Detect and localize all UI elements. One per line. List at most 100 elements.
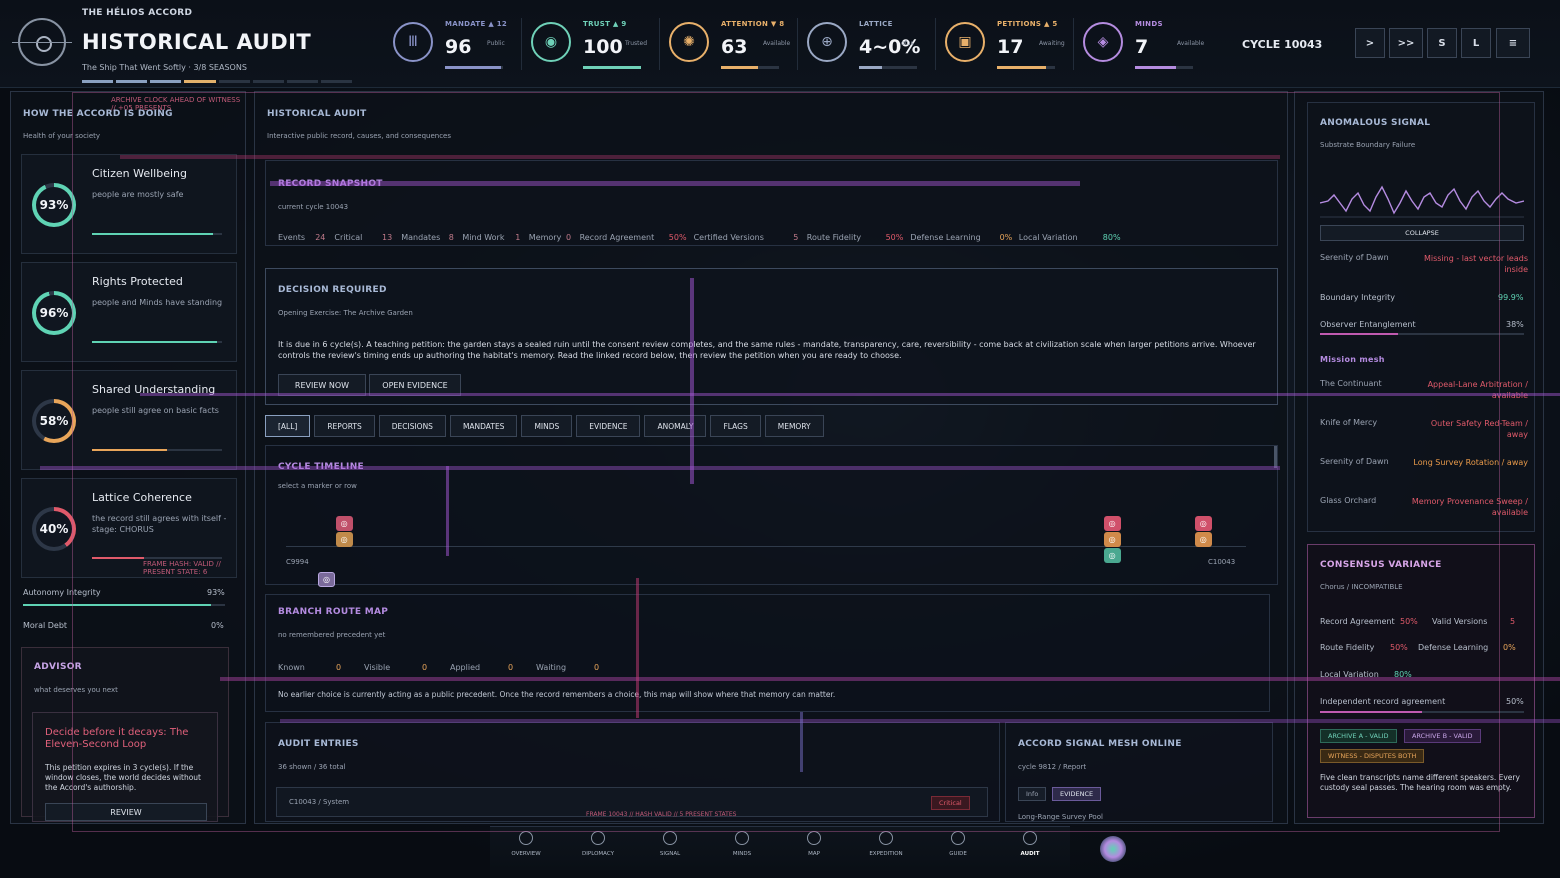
nav-diplomacy[interactable]: DIPLOMACY bbox=[568, 831, 628, 857]
variance-title: CONSENSUS VARIANCE bbox=[1320, 560, 1442, 570]
advisor-review-button[interactable]: REVIEW bbox=[45, 803, 207, 821]
frame-footer: FRAME 10043 // HASH VALID // 5 PRESENT S… bbox=[586, 811, 737, 818]
stat-sub: Awaiting bbox=[1039, 40, 1065, 47]
filter-tab-reports[interactable]: REPORTS bbox=[314, 415, 375, 437]
stat-3[interactable]: ⊕ LATTICE 4~0% ofus bbox=[807, 18, 937, 74]
record-agreement-value: 50% bbox=[1400, 617, 1418, 626]
snapshot-key: Certified Versions bbox=[693, 233, 764, 242]
defense-learning-value: 0% bbox=[1503, 643, 1516, 652]
snapshot-value: 0 bbox=[566, 233, 572, 242]
filter-tab-memory[interactable]: MEMORY bbox=[764, 415, 824, 437]
stat-1[interactable]: ◉ TRUST ▲ 9 100 Trusted bbox=[531, 18, 661, 74]
filter-tab-minds[interactable]: MINDS bbox=[521, 415, 573, 437]
nav-minds[interactable]: MINDS bbox=[712, 831, 772, 857]
stat-divider bbox=[935, 18, 936, 70]
open-evidence-button[interactable]: OPEN EVIDENCE bbox=[369, 374, 461, 396]
filter-tab-decisions[interactable]: DECISIONS bbox=[378, 415, 446, 437]
audit-entries-title: AUDIT ENTRIES bbox=[278, 739, 359, 749]
review-now-button[interactable]: REVIEW NOW bbox=[278, 374, 366, 396]
local-variation-value: 80% bbox=[1394, 670, 1412, 679]
menu-icon[interactable]: ≡ bbox=[1496, 28, 1530, 58]
filter-tab-evidence[interactable]: EVIDENCE bbox=[576, 415, 641, 437]
snapshot-key: Defense Learning bbox=[910, 233, 981, 242]
nav-label: AUDIT bbox=[1020, 851, 1040, 857]
timeline-marker-c10038-0[interactable]: ◎ bbox=[1194, 516, 1212, 531]
minds-icon bbox=[735, 831, 749, 845]
timeline-marker-c10029-2[interactable]: ◎ bbox=[1103, 548, 1121, 563]
stat-sub: Public bbox=[487, 40, 505, 47]
top-bar: THE HÉLIOS ACCORD HISTORICAL AUDIT The S… bbox=[0, 0, 1560, 88]
stat-0[interactable]: Ⅲ MANDATE ▲ 12 96 Public bbox=[393, 18, 523, 74]
filter-tab-flags[interactable]: FLAGS bbox=[710, 415, 761, 437]
nav-overview[interactable]: OVERVIEW bbox=[496, 831, 556, 857]
variance-subtitle: Chorus / INCOMPATIBLE bbox=[1320, 583, 1403, 591]
timeline-marker-c10038-1[interactable]: ◎ bbox=[1194, 532, 1212, 547]
stat-4[interactable]: ▣ PETITIONS ▲ 5 17 Awaiting bbox=[945, 18, 1075, 74]
snapshot-key: Events bbox=[278, 233, 306, 242]
nav-label: MINDS bbox=[732, 851, 752, 857]
metric-value: 96% bbox=[36, 295, 72, 331]
orb-icon[interactable] bbox=[1100, 836, 1126, 862]
nav-map[interactable]: MAP bbox=[784, 831, 844, 857]
stat-value: 7 bbox=[1135, 36, 1149, 58]
timeline-marker-c9994-1[interactable]: ◎ bbox=[335, 532, 353, 547]
route-stat-key: Applied bbox=[450, 663, 481, 672]
cycle-label: CYCLE 10043 bbox=[1242, 38, 1323, 51]
stat-2[interactable]: ✺ ATTENTION ▼ 8 63 Available bbox=[669, 18, 799, 74]
independent-value: 50% bbox=[1506, 697, 1524, 706]
valid-versions-value: 5 bbox=[1510, 617, 1516, 626]
scroll-icon: ▣ bbox=[945, 22, 985, 62]
compass-icon: ✺ bbox=[669, 22, 709, 62]
badge-witness: WITNESS - DISPUTES BOTH bbox=[1320, 749, 1425, 763]
metric-card-shared-understanding[interactable]: 58% Shared Understanding people still agre… bbox=[21, 370, 237, 470]
timeline-end-label: C10043 bbox=[1208, 558, 1236, 566]
filter-tab-all[interactable]: [ALL] bbox=[265, 415, 311, 437]
collapse-button[interactable]: COLLAPSE bbox=[1320, 225, 1524, 241]
filter-tab-anomaly[interactable]: ANOMALY bbox=[644, 415, 707, 437]
metric-name: Shared Understanding bbox=[92, 383, 216, 396]
stat-value: 100 bbox=[583, 36, 623, 58]
filter-tab-mandates[interactable]: MANDATES bbox=[449, 415, 518, 437]
nav-audit[interactable]: AUDIT bbox=[1000, 831, 1060, 857]
timeline-marker-c9994-0[interactable]: ◎ bbox=[335, 516, 353, 531]
signal-icon bbox=[663, 831, 677, 845]
save-button[interactable]: S bbox=[1427, 28, 1457, 58]
timeline-marker-c10029-1[interactable]: ◎ bbox=[1103, 532, 1121, 547]
advisor-card[interactable]: Decide before it decays: The Eleven-Seco… bbox=[32, 712, 218, 822]
nav-expedition[interactable]: EXPEDITION bbox=[856, 831, 916, 857]
timeline-scrollbar[interactable] bbox=[1274, 446, 1277, 468]
nav-label: GUIDE bbox=[949, 851, 967, 857]
record-snapshot: RECORD SNAPSHOT current cycle 10043 Even… bbox=[265, 160, 1278, 246]
ship-subtitle: The Ship That Went Softly · 3/8 SEASONS bbox=[82, 63, 247, 72]
route-stat-key: Known bbox=[278, 663, 305, 672]
stat-5[interactable]: ◈ MINDS 7 Available bbox=[1083, 18, 1213, 74]
frame-hash: FRAME HASH: VALID // PRESENT STATE: 6 bbox=[143, 560, 221, 576]
timeline-marker-c10029-0[interactable]: ◎ bbox=[1103, 516, 1121, 531]
step-button[interactable]: > bbox=[1355, 28, 1385, 58]
map-icon bbox=[807, 831, 821, 845]
route-stat-value: 0 bbox=[336, 663, 342, 672]
advisor-subtitle: what deserves you next bbox=[34, 686, 118, 694]
app-name: THE HÉLIOS ACCORD bbox=[82, 8, 193, 18]
timeline-cursor[interactable]: ◎ bbox=[318, 572, 335, 587]
valid-versions-label: Valid Versions bbox=[1432, 617, 1488, 626]
nav-guide[interactable]: GUIDE bbox=[928, 831, 988, 857]
pillar-icon: Ⅲ bbox=[393, 22, 433, 62]
independent-bar bbox=[1320, 711, 1524, 713]
stat-label: ATTENTION ▼ 8 bbox=[721, 20, 785, 28]
nav-label: EXPEDITION bbox=[869, 851, 903, 857]
mission-name: Serenity of Dawn bbox=[1320, 457, 1389, 466]
nav-signal[interactable]: SIGNAL bbox=[640, 831, 700, 857]
metric-card-rights-protected[interactable]: 96% Rights Protected people and Minds have… bbox=[21, 262, 237, 362]
metric-card-citizen-wellbeing[interactable]: 93% Citizen Wellbeing people are mostly sa… bbox=[21, 154, 237, 254]
fast-forward-button[interactable]: >> bbox=[1389, 28, 1423, 58]
snapshot-value: 50% bbox=[885, 233, 904, 242]
right-panel: ANOMALOUS SIGNAL Substrate Boundary Fail… bbox=[1294, 91, 1544, 824]
eye-icon: ◉ bbox=[531, 22, 571, 62]
info-tag: Info bbox=[1018, 787, 1047, 801]
load-button[interactable]: L bbox=[1461, 28, 1491, 58]
anomalous-signal: ANOMALOUS SIGNAL Substrate Boundary Fail… bbox=[1307, 102, 1535, 532]
snapshot-key: Route Fidelity bbox=[806, 233, 862, 242]
stat-sub: ofus bbox=[901, 40, 914, 47]
metric-gauge: 93% bbox=[32, 183, 76, 227]
